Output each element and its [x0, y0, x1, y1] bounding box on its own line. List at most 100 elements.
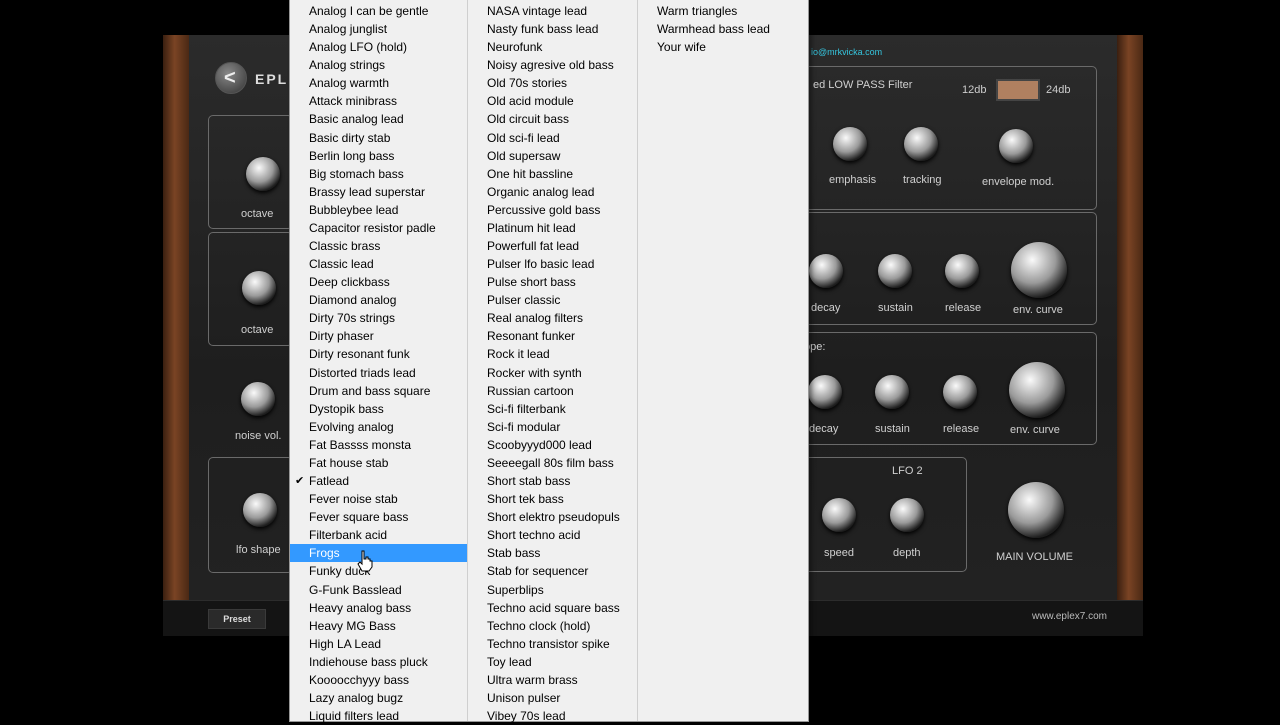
menu-item[interactable]: Attack minibrass	[290, 92, 467, 110]
preset-button[interactable]: Preset	[208, 609, 266, 629]
menu-item[interactable]: Ultra warm brass	[468, 671, 638, 689]
menu-item[interactable]: Capacitor resistor padle	[290, 219, 467, 237]
menu-item[interactable]: Short tek bass	[468, 490, 638, 508]
menu-item[interactable]: Platinum hit lead	[468, 219, 638, 237]
menu-item[interactable]: Analog junglist	[290, 20, 467, 38]
menu-item[interactable]: Analog strings	[290, 56, 467, 74]
release2-knob[interactable]	[943, 375, 977, 409]
menu-item[interactable]: Analog LFO (hold)	[290, 38, 467, 56]
menu-item[interactable]: Superblips	[468, 581, 638, 599]
sustain2-knob[interactable]	[875, 375, 909, 409]
menu-item[interactable]: Noisy agresive old bass	[468, 56, 638, 74]
menu-item[interactable]: Fat house stab	[290, 454, 467, 472]
menu-item[interactable]: Dirty 70s strings	[290, 309, 467, 327]
menu-item[interactable]: Lazy analog bugz	[290, 689, 467, 707]
menu-item[interactable]: Deep clickbass	[290, 273, 467, 291]
menu-item[interactable]: Warm triangles	[638, 2, 808, 20]
menu-item[interactable]: NASA vintage lead	[468, 2, 638, 20]
menu-item[interactable]: Heavy MG Bass	[290, 617, 467, 635]
menu-item[interactable]: Analog warmth	[290, 74, 467, 92]
website-link[interactable]: www.eplex7.com	[1032, 611, 1107, 622]
menu-item[interactable]: Distorted triads lead	[290, 364, 467, 382]
menu-item[interactable]: Dystopik bass	[290, 400, 467, 418]
lfo2-depth-knob[interactable]	[890, 498, 924, 532]
menu-item[interactable]: Sci-fi filterbank	[468, 400, 638, 418]
menu-item[interactable]: Berlin long bass	[290, 147, 467, 165]
menu-item[interactable]: Short elektro pseudopuls	[468, 508, 638, 526]
menu-item[interactable]: Pulse short bass	[468, 273, 638, 291]
menu-item[interactable]: Your wife	[638, 38, 808, 56]
menu-item[interactable]: Warmhead bass lead	[638, 20, 808, 38]
menu-item[interactable]: Pulser lfo basic lead	[468, 255, 638, 273]
menu-item[interactable]: Indiehouse bass pluck	[290, 653, 467, 671]
menu-item[interactable]: Pulser classic	[468, 291, 638, 309]
menu-item[interactable]: Basic dirty stab	[290, 129, 467, 147]
menu-item[interactable]: Big stomach bass	[290, 165, 467, 183]
menu-item[interactable]: Brassy lead superstar	[290, 183, 467, 201]
menu-item[interactable]: Stab bass	[468, 544, 638, 562]
octave2-knob[interactable]	[242, 271, 276, 305]
menu-item[interactable]: Diamond analog	[290, 291, 467, 309]
menu-item[interactable]: Scoobyyyd000 lead	[468, 436, 638, 454]
menu-item[interactable]: Russian cartoon	[468, 382, 638, 400]
menu-item[interactable]: Real analog filters	[468, 309, 638, 327]
sustain1-knob[interactable]	[878, 254, 912, 288]
menu-item[interactable]: Vibey 70s lead	[468, 707, 638, 725]
menu-item[interactable]: Old 70s stories	[468, 74, 638, 92]
decay1-knob[interactable]	[809, 254, 843, 288]
envelope-mod-knob[interactable]	[999, 129, 1033, 163]
decay2-knob[interactable]	[808, 375, 842, 409]
octave1-knob[interactable]	[246, 157, 280, 191]
menu-item[interactable]: Liquid filters lead	[290, 707, 467, 725]
menu-item[interactable]: Fever square bass	[290, 508, 467, 526]
menu-item[interactable]: Heavy analog bass	[290, 599, 467, 617]
release1-knob[interactable]	[945, 254, 979, 288]
lfo2-speed-knob[interactable]	[822, 498, 856, 532]
menu-item[interactable]: Organic analog lead	[468, 183, 638, 201]
menu-item[interactable]: Funky duck	[290, 562, 467, 580]
menu-item[interactable]: One hit bassline	[468, 165, 638, 183]
menu-item[interactable]: Old supersaw	[468, 147, 638, 165]
menu-item[interactable]: Drum and bass square	[290, 382, 467, 400]
menu-item[interactable]: Basic analog lead	[290, 110, 467, 128]
menu-item[interactable]: Classic lead	[290, 255, 467, 273]
main-volume-knob[interactable]	[1008, 482, 1064, 538]
menu-item[interactable]: Powerfull fat lead	[468, 237, 638, 255]
menu-item[interactable]: High LA Lead	[290, 635, 467, 653]
menu-item[interactable]: Fat Bassss monsta	[290, 436, 467, 454]
menu-item[interactable]: Nasty funk bass lead	[468, 20, 638, 38]
menu-item[interactable]: Unison pulser	[468, 689, 638, 707]
menu-item[interactable]: Bubbleybee lead	[290, 201, 467, 219]
menu-item[interactable]: Frogs	[290, 544, 467, 563]
tracking-knob[interactable]	[904, 127, 938, 161]
menu-item[interactable]: Rock it lead	[468, 345, 638, 363]
menu-item[interactable]: Seeeegall 80s film bass	[468, 454, 638, 472]
menu-item[interactable]: Stab for sequencer	[468, 562, 638, 580]
menu-item[interactable]: Fever noise stab	[290, 490, 467, 508]
emphasis-knob[interactable]	[833, 127, 867, 161]
menu-item[interactable]: G-Funk Basslead	[290, 581, 467, 599]
email-link[interactable]: io@mrkvicka.com	[811, 47, 882, 57]
menu-item[interactable]: Neurofunk	[468, 38, 638, 56]
env-curve2-knob[interactable]	[1009, 362, 1065, 418]
menu-item[interactable]: Dirty resonant funk	[290, 345, 467, 363]
menu-item[interactable]: Classic brass	[290, 237, 467, 255]
menu-item[interactable]: ✔ Fatlead	[290, 472, 467, 490]
menu-item[interactable]: Techno transistor spike	[468, 635, 638, 653]
noise-vol-knob[interactable]	[241, 382, 275, 416]
menu-item[interactable]: Dirty phaser	[290, 327, 467, 345]
env-curve1-knob[interactable]	[1011, 242, 1067, 298]
menu-item[interactable]: Koooocchyyy bass	[290, 671, 467, 689]
menu-item[interactable]: Percussive gold bass	[468, 201, 638, 219]
filter-slope-switch[interactable]	[996, 79, 1040, 101]
menu-item[interactable]: Analog I can be gentle	[290, 2, 467, 20]
menu-item[interactable]: Resonant funker	[468, 327, 638, 345]
menu-item[interactable]: Old sci-fi lead	[468, 129, 638, 147]
menu-item[interactable]: Techno clock (hold)	[468, 617, 638, 635]
lfo-shape-knob[interactable]	[243, 493, 277, 527]
menu-item[interactable]: Toy lead	[468, 653, 638, 671]
menu-item[interactable]: Short stab bass	[468, 472, 638, 490]
menu-item[interactable]: Evolving analog	[290, 418, 467, 436]
menu-item[interactable]: Filterbank acid	[290, 526, 467, 544]
menu-item[interactable]: Old circuit bass	[468, 110, 638, 128]
